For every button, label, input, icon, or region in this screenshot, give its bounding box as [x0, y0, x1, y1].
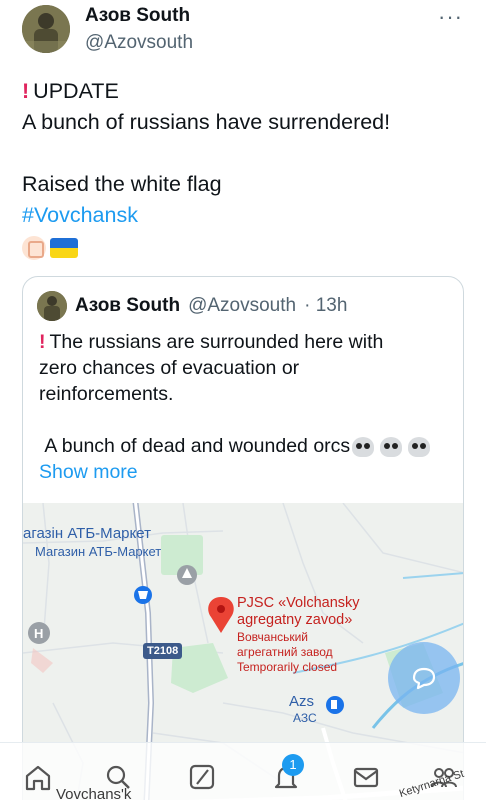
- notification-count-badge: 1: [282, 754, 304, 776]
- skull-icon: [352, 436, 375, 457]
- more-horizontal-icon[interactable]: ···: [438, 4, 463, 30]
- quoted-tweet[interactable]: Азов South @Azovsouth · 13h ! The russian…: [22, 276, 464, 800]
- ukraine-flag-emoji: [50, 238, 78, 258]
- skull-icon: [408, 436, 431, 457]
- exclamation-icon: !: [39, 331, 46, 353]
- hashtag-link[interactable]: #Vovchansk: [22, 200, 472, 231]
- author-name[interactable]: Азов South: [85, 5, 190, 27]
- skull-icon: [380, 436, 403, 457]
- messages-icon[interactable]: [350, 761, 382, 793]
- exclamation-icon: !: [22, 79, 30, 103]
- map-store-label: агазін АТБ-Маркет: [23, 525, 151, 542]
- quoted-line: [39, 407, 459, 433]
- author-avatar[interactable]: [22, 5, 70, 53]
- quoted-line: reinforcements.: [39, 383, 174, 405]
- quoted-tweet-header: Азов South @Azovsouth · 13h: [37, 291, 347, 321]
- map-store-label-secondary: Магазин АТБ-Маркет: [35, 544, 162, 559]
- tweet-line: [22, 138, 472, 169]
- quoted-tweet-text: ! The russians are surrounded here with z…: [39, 329, 459, 485]
- map-town-label: Vovchans'k: [56, 786, 132, 800]
- poi-subtitle-line: Вовчанський: [237, 630, 308, 644]
- raised-fist-emoji: [22, 236, 46, 260]
- tweet-line: Raised the white flag: [22, 172, 222, 196]
- quoted-line: ! The russians are surrounded here with: [39, 331, 384, 353]
- poi-status: Temporarily closed: [237, 660, 338, 674]
- skull-emojis: [352, 436, 431, 457]
- chat-bubble-icon: [412, 667, 436, 690]
- grok-icon[interactable]: [186, 761, 218, 793]
- tweet-line: ! UPDATE: [22, 79, 119, 103]
- poi-subtitle-line: агрегатний завод: [237, 645, 333, 659]
- svg-text:H: H: [34, 626, 43, 641]
- tweet-line: A bunch of russians have surrendered!: [22, 110, 391, 134]
- quoted-line: A bunch of dead and wounded orcs: [39, 433, 459, 459]
- show-more-link[interactable]: Show more: [39, 459, 459, 485]
- map-fuel-label-secondary: АЗС: [293, 711, 317, 725]
- quoted-tweet-time: · 13h: [304, 295, 348, 316]
- road-number-badge: T2108: [143, 643, 183, 659]
- author-handle[interactable]: @Azovsouth: [85, 32, 193, 54]
- quoted-line: zero chances of evacuation or: [39, 357, 300, 379]
- quoted-author-name: Азов South: [75, 295, 181, 316]
- map-fuel-label: Azs: [289, 693, 315, 710]
- poi-title-line: PJSC «Volchansky: [237, 595, 360, 611]
- home-icon[interactable]: [22, 761, 54, 793]
- compose-button[interactable]: [388, 642, 460, 714]
- tweet-header: Азов South @Azovsouth ···: [0, 0, 486, 60]
- poi-title-line: agregatny zavod»: [237, 612, 353, 628]
- emoji-row: [22, 233, 472, 263]
- quoted-author-avatar: [37, 291, 67, 321]
- tweet-text: ! UPDATE A bunch of russians have surrend…: [22, 76, 472, 263]
- quoted-author-handle: @Azovsouth: [188, 295, 297, 316]
